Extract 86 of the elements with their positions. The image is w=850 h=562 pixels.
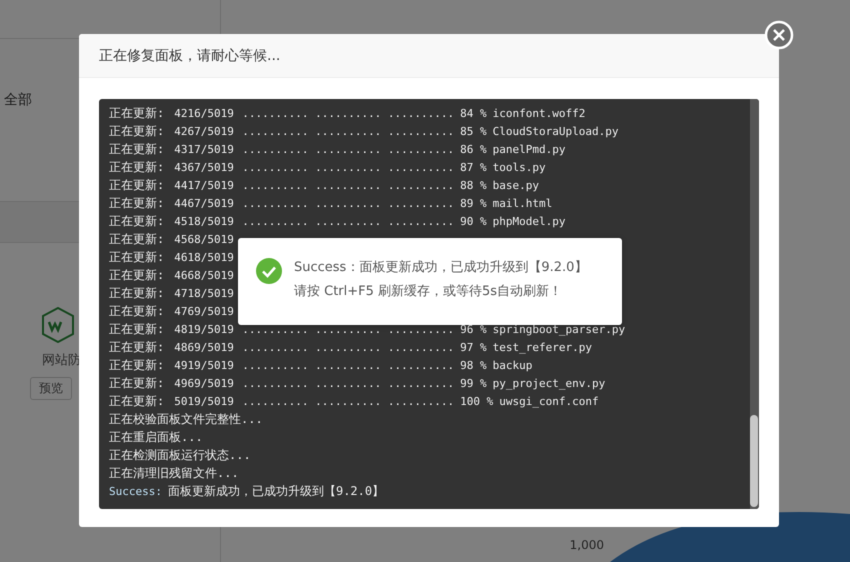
log-file: uwsgi_conf.conf [499,394,599,408]
log-dots: .......... .......... .......... [242,214,454,228]
log-label: 正在更新: [109,122,164,140]
log-dots: .......... .......... .......... [242,178,454,192]
log-file: springboot_parser.py [492,322,626,336]
log-file: iconfont.woff2 [492,106,586,120]
log-label: 正在更新: [109,266,164,284]
log-dots: .......... .......... .......... [242,340,454,354]
log-count: 4518/5019 [174,214,235,228]
log-file: backup [492,358,532,372]
log-file: base.py [492,178,540,192]
log-count: 4467/5019 [174,196,235,210]
log-dots: .......... .......... .......... [242,394,454,408]
log-dots: .......... .......... .......... [242,106,454,120]
success-check-icon [256,258,282,284]
log-percent: 88 % [460,178,487,192]
log-count: 4869/5019 [174,340,235,354]
log-percent: 97 % [460,340,487,354]
log-label: 正在更新: [109,194,164,212]
log-line: 正在检测面板运行状态... [109,446,251,464]
scrollbar-thumb[interactable] [750,415,758,507]
log-line: 正在校验面板文件完整性... [109,410,263,428]
log-count: 4919/5019 [174,358,235,372]
log-label: 正在更新: [109,104,164,122]
log-percent: 96 % [460,322,487,336]
log-count: 4618/5019 [174,250,235,264]
log-dots: .......... .......... .......... [242,322,454,336]
log-count: 4819/5019 [174,322,235,336]
log-dots: .......... .......... .......... [242,160,454,174]
log-count: 4969/5019 [174,376,235,390]
log-count: 4216/5019 [174,106,235,120]
log-file: CloudStoraUpload.py [492,124,618,138]
dialog-title: 正在修复面板，请耐心等候... [99,46,280,64]
log-percent: 90 % [460,214,487,228]
log-count: 4718/5019 [174,286,235,300]
log-percent: 87 % [460,160,487,174]
log-line: 正在重启面板... [109,428,203,446]
log-percent: 100 % [460,394,494,408]
log-dots: .......... .......... .......... [242,376,454,390]
log-label: 正在更新: [109,248,164,266]
log-count: 4417/5019 [174,178,235,192]
log-label: 正在更新: [109,140,164,158]
log-percent: 85 % [460,124,487,138]
log-percent: 89 % [460,196,487,210]
log-label: 正在更新: [109,176,164,194]
toast-message: Success：面板更新成功，已成功升级到【9.2.0】 [294,259,588,276]
log-line: 面板更新成功，已成功升级到【9.2.0】 [168,482,384,500]
log-label: 正在更新: [109,284,164,302]
log-file: py_project_env.py [492,376,606,390]
log-count: 4769/5019 [174,304,235,318]
log-dots: .......... .......... .......... [242,196,454,210]
log-dots: .......... .......... .......... [242,358,454,372]
log-count: 4668/5019 [174,268,235,282]
log-count: 5019/5019 [174,394,235,408]
toast-hint: 请按 Ctrl+F5 刷新缓存，或等待5s自动刷新！ [294,283,564,300]
log-line: 正在清理旧残留文件... [109,464,239,482]
log-percent: 99 % [460,376,487,390]
log-dots: .......... .......... .......... [242,124,454,138]
log-file: tools.py [492,160,546,174]
log-label: 正在更新: [109,338,164,356]
log-file: phpModel.py [492,214,566,228]
log-label: 正在更新: [109,230,164,248]
log-file: test_referer.py [492,340,592,354]
log-percent: 84 % [460,106,487,120]
log-count: 4568/5019 [174,232,235,246]
log-label: 正在更新: [109,356,164,374]
log-count: 4367/5019 [174,160,235,174]
log-label: 正在更新: [109,392,164,410]
axis-label: 1,000 [570,538,604,552]
log-label: 正在更新: [109,374,164,392]
log-dots: .......... .......... .......... [242,142,454,156]
card-title: 网站防 [42,352,81,369]
log-file: mail.html [492,196,552,210]
log-success-label: Success: [109,484,162,498]
log-label: 正在更新: [109,302,164,320]
log-file: panelPmd.py [492,142,566,156]
log-count: 4267/5019 [174,124,235,138]
log-percent: 86 % [460,142,487,156]
log-percent: 98 % [460,358,487,372]
log-label: 正在更新: [109,212,164,230]
shield-icon [42,307,74,343]
log-label: 正在更新: [109,320,164,338]
log-count: 4317/5019 [174,142,235,156]
preview-button[interactable]: 预览 [30,377,72,400]
log-label: 正在更新: [109,158,164,176]
close-button[interactable] [763,19,795,51]
